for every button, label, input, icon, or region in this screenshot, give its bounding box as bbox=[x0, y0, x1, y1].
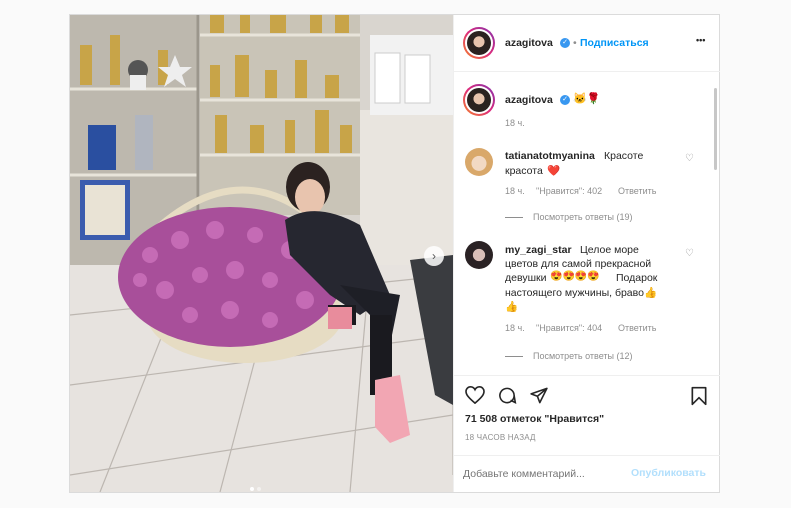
post-actions: 71 508 отметок "Нравится" 18 ЧАСОВ НАЗАД bbox=[454, 375, 720, 456]
post-header: azagitova ✓ • Подписаться ••• bbox=[454, 15, 720, 72]
reply-button[interactable]: Ответить bbox=[618, 186, 656, 196]
post-timestamp[interactable]: 18 ЧАСОВ НАЗАД bbox=[465, 433, 536, 442]
comment-text-line: красота bbox=[505, 165, 543, 177]
like-comment-heart-icon[interactable]: ♡ bbox=[685, 248, 694, 259]
reply-button[interactable]: Ответить bbox=[618, 323, 656, 333]
comment-text-line: настоящего мужчины, браво👍 bbox=[505, 287, 658, 299]
username-link[interactable]: azagitova bbox=[505, 37, 553, 49]
carousel-dots bbox=[250, 478, 261, 492]
add-comment-bar: Опубликовать bbox=[454, 455, 720, 493]
like-heart-icon[interactable] bbox=[465, 386, 485, 404]
emoji-faces: 😍😍😍😍 bbox=[550, 271, 600, 282]
heart-emoji: ❤️ bbox=[547, 165, 561, 177]
comments-scrollbar[interactable] bbox=[714, 88, 717, 170]
comment-text: Красоте bbox=[604, 150, 644, 162]
carousel-dot bbox=[257, 487, 261, 491]
comment-username[interactable]: tatianatotmyanina bbox=[505, 150, 595, 162]
view-replies-label: Посмотреть ответы (12) bbox=[533, 351, 633, 361]
save-bookmark-icon[interactable] bbox=[690, 386, 708, 406]
view-replies-button[interactable]: Посмотреть ответы (19) bbox=[505, 212, 633, 222]
view-replies-label: Посмотреть ответы (19) bbox=[533, 212, 633, 222]
comment-text: Целое море bbox=[580, 244, 639, 256]
chevron-right-icon: › bbox=[432, 249, 436, 263]
avatar[interactable] bbox=[465, 86, 493, 114]
comment-input[interactable] bbox=[463, 466, 623, 482]
comment-time[interactable]: 18 ч. bbox=[505, 323, 525, 333]
post-sidebar: azagitova ✓ • Подписаться ••• azagitova … bbox=[453, 15, 720, 493]
comment-text-line: Подарок bbox=[616, 272, 658, 284]
publish-button[interactable]: Опубликовать bbox=[631, 467, 706, 479]
comment-text-line: цветов для самой прекрасной bbox=[505, 258, 652, 270]
more-options-icon[interactable]: ••• bbox=[696, 35, 705, 45]
share-paper-plane-icon[interactable] bbox=[529, 386, 549, 405]
avatar[interactable] bbox=[465, 148, 493, 176]
verified-badge-icon: ✓ bbox=[560, 95, 570, 105]
carousel-dot bbox=[250, 487, 254, 491]
caption-time[interactable]: 18 ч. bbox=[505, 118, 525, 128]
likes-count[interactable]: 71 508 отметок "Нравится" bbox=[465, 413, 604, 425]
caption-username[interactable]: azagitova bbox=[505, 94, 553, 106]
comments-list[interactable]: azagitova ✓ 🐱🌹 18 ч. tatianatotmyanina К… bbox=[454, 72, 720, 375]
verified-badge-icon: ✓ bbox=[560, 38, 570, 48]
instagram-post: › azagitova ✓ • Подписаться ••• azagitov… bbox=[69, 14, 720, 493]
comment-text-line: 👍 bbox=[505, 301, 519, 313]
like-comment-heart-icon[interactable]: ♡ bbox=[685, 153, 694, 164]
comment-bubble-icon[interactable] bbox=[497, 386, 517, 405]
comment-username[interactable]: my_zagi_star bbox=[505, 244, 572, 256]
caption-text: 🐱🌹 bbox=[573, 93, 601, 105]
comment-likes[interactable]: "Нравится": 402 bbox=[536, 186, 602, 196]
follow-button[interactable]: Подписаться bbox=[580, 37, 649, 49]
avatar[interactable] bbox=[465, 241, 493, 269]
post-photo[interactable]: › bbox=[70, 15, 453, 492]
separator-dot: • bbox=[573, 37, 577, 49]
dash bbox=[505, 217, 523, 219]
view-replies-button[interactable]: Посмотреть ответы (12) bbox=[505, 351, 633, 361]
next-photo-button[interactable]: › bbox=[424, 246, 444, 266]
comment-time[interactable]: 18 ч. bbox=[505, 186, 525, 196]
comment-text-line: девушки bbox=[505, 272, 547, 284]
comment-likes[interactable]: "Нравится": 404 bbox=[536, 323, 602, 333]
avatar[interactable] bbox=[465, 29, 493, 57]
photo-image bbox=[70, 15, 453, 492]
dash bbox=[505, 356, 523, 358]
